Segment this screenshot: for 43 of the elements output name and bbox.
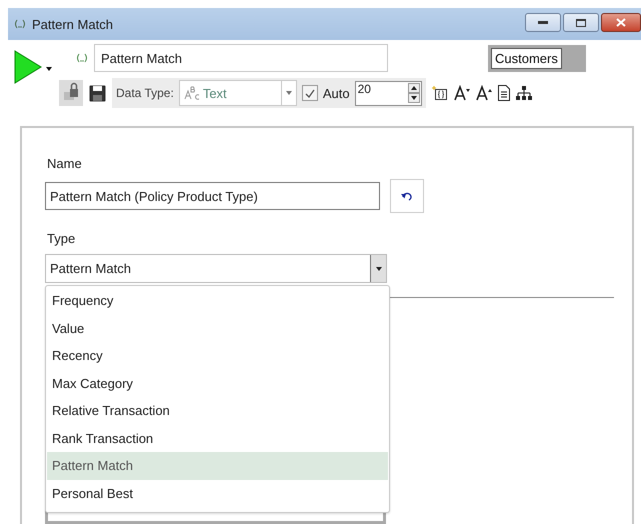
caret-icon [376,266,382,270]
dropdown-option[interactable]: Pattern Match [47,452,388,480]
window-title: Pattern Match [32,16,113,32]
save-icon[interactable] [89,84,106,102]
customers-button[interactable]: Customers [491,48,562,68]
auto-checkbox[interactable] [302,85,318,101]
dropdown-option[interactable]: Frequency [47,287,388,314]
caret-icon [286,91,292,95]
formula-icon [14,19,26,29]
name-label: Name [47,156,82,171]
spin-arrows-icon[interactable] [408,82,420,102]
hierarchy-icon[interactable] [516,85,532,101]
name-input[interactable]: Pattern Match (Policy Product Type) [45,182,380,210]
formula-icon [76,53,88,63]
font-shrink-icon[interactable] [476,85,492,101]
maximize-icon [576,18,586,26]
undo-button[interactable] [390,179,424,213]
lock-icon[interactable] [59,80,83,106]
dropdown-option[interactable]: Personal Best [47,480,388,507]
dropdown-option[interactable]: Max Category [47,370,388,397]
braces-icon[interactable] [432,85,448,101]
name-field[interactable]: Pattern Match [94,44,388,72]
dropdown-option[interactable]: Relative Transaction [47,397,388,424]
close-icon [616,18,626,27]
auto-label: Auto [322,86,350,100]
maximize-button[interactable] [563,13,599,32]
dropdown-option[interactable]: Recency [47,342,388,370]
caret-icon[interactable] [46,67,52,71]
check-icon [304,88,315,98]
play-icon[interactable] [14,50,42,84]
undo-icon [401,192,413,200]
data-type-label: Data Type: [116,86,174,100]
type-dropdown[interactable]: Pattern Match [45,254,387,283]
document-icon[interactable] [498,85,510,101]
dropdown-option[interactable]: Rank Transaction [47,424,388,452]
close-button[interactable] [601,13,641,32]
minimize-icon [538,20,548,24]
text-type-icon [184,86,200,100]
dropdown-option[interactable]: Value [47,314,388,342]
size-spinner[interactable]: 20 [354,80,422,106]
font-grow-icon[interactable] [454,85,470,101]
minimize-button[interactable] [525,13,561,32]
type-label: Type [47,231,76,246]
